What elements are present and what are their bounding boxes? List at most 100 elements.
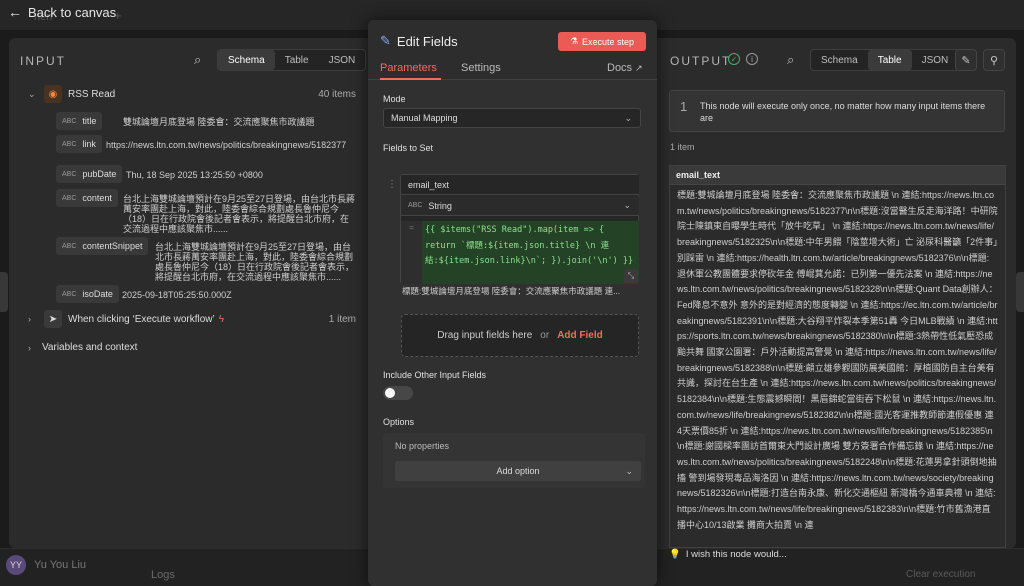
external-link-icon: ↗ — [635, 63, 643, 73]
field-title-value: 雙城論壇月底登場 陸委會：交流應聚焦市政議題 — [123, 117, 315, 127]
user-menu[interactable]: YY Yu You Liu — [6, 555, 86, 575]
table-cell-email-text[interactable]: 標題:雙城論壇月底登場 陸委會：交流應聚焦市政議題 \n 連結:https://… — [670, 185, 1005, 536]
output-search-icon[interactable]: ⌕ — [787, 52, 794, 68]
type-string-icon: ABC — [408, 202, 423, 209]
input-view-schema[interactable]: Schema — [218, 50, 275, 70]
docs-link[interactable]: Docs ↗ — [607, 62, 643, 74]
field-content-value: 台北上海雙城論壇預計在9月25至27日登場，由台北市長蔣萬安率團赴上海，對此，陸… — [123, 194, 356, 234]
expression-line-3: 結:${item.json.link}\n`; }).join('\n') }} — [425, 256, 634, 266]
execute-step-button[interactable]: ⚗ Execute step — [558, 32, 646, 51]
field-contentsnippet-name: contentSnippet — [82, 241, 143, 251]
expression-line-1: {{ $items("RSS Read").map(item => { — [425, 225, 605, 235]
expression-line-2: return `標題:${item.json.title} \n 連 — [425, 240, 610, 251]
fields-to-set-label: Fields to Set — [383, 143, 434, 153]
mode-label: Mode — [383, 94, 406, 104]
field-content[interactable]: ABC content — [56, 189, 118, 207]
chevron-down-icon[interactable]: ⌄ — [28, 89, 38, 100]
output-view-schema[interactable]: Schema — [811, 50, 868, 70]
clear-execution-button[interactable]: Clear execution — [906, 569, 975, 580]
include-other-fields-toggle[interactable] — [383, 386, 413, 400]
field-pubdate-name: pubDate — [82, 169, 117, 179]
logs-toggle[interactable]: Logs — [151, 569, 175, 581]
back-to-canvas-link[interactable]: ← Back to canvas — [8, 4, 116, 20]
notice-number: 1 — [680, 99, 688, 114]
rss-icon: ◉ — [44, 85, 62, 103]
input-view-json[interactable]: JSON — [319, 50, 366, 70]
left-resize-handle[interactable] — [0, 272, 8, 312]
arrow-left-icon: ← — [8, 4, 22, 20]
field-type-value: String — [428, 200, 452, 211]
field-type-select[interactable]: ABC String ⌄ — [401, 196, 639, 216]
lightning-icon: ϟ — [218, 313, 225, 325]
field-link[interactable]: ABC link — [56, 135, 102, 153]
expression-gutter: = — [401, 221, 422, 284]
tab-settings[interactable]: Settings — [461, 62, 501, 74]
field-isodate-name: isoDate — [82, 289, 113, 299]
include-other-fields-label: Include Other Input Fields — [383, 370, 487, 380]
rss-read-node-row[interactable]: ⌄ ◉ RSS Read 40 items — [28, 85, 356, 103]
field-content-name: content — [82, 193, 112, 203]
type-string-icon: ABC — [62, 194, 77, 202]
calendar-icon: ABC — [62, 290, 77, 298]
lightbulb-icon: 💡 — [669, 549, 681, 560]
variables-context-row[interactable]: › Variables and context — [28, 342, 137, 353]
no-properties-text: No properties — [395, 441, 450, 451]
feedback-text: I wish this node would... — [685, 549, 787, 560]
user-name: Yu You Liu — [34, 559, 87, 571]
edit-output-button[interactable]: ✎ — [955, 49, 977, 71]
type-string-icon: ABC — [62, 140, 77, 148]
field-title[interactable]: ABC title — [56, 112, 103, 130]
output-pane-title: OUTPUT — [670, 54, 732, 68]
column-header-email-text[interactable]: email_text — [670, 166, 1005, 185]
mode-select[interactable]: Manual Mapping ⌄ — [383, 108, 641, 128]
avatar: YY — [6, 555, 26, 575]
drop-zone[interactable]: Drag input fields here or Add Field — [401, 314, 639, 357]
notice-text: This node will execute only once, no mat… — [700, 101, 986, 123]
edit-fields-panel: ✎ Edit Fields ⚗ Execute step Parameters … — [368, 20, 657, 586]
input-search-icon[interactable]: ⌕ — [194, 52, 201, 68]
toggle-knob — [385, 388, 395, 398]
chevron-down-icon: ⌄ — [623, 200, 631, 210]
output-item-count: 1 item — [670, 142, 695, 152]
panel-title-text: Edit Fields — [396, 33, 458, 49]
input-view-table[interactable]: Table — [275, 50, 319, 70]
rss-item-count: 40 items — [318, 88, 356, 100]
variables-context-label: Variables and context — [42, 342, 138, 353]
input-view-switcher: Schema Table JSON — [217, 49, 367, 71]
pin-data-button[interactable]: ⚲ — [983, 49, 1005, 71]
options-label: Options — [383, 417, 415, 427]
add-option-label: Add option — [496, 466, 540, 476]
execute-step-label: Execute step — [582, 36, 635, 47]
success-check-icon: ✓ — [728, 53, 740, 65]
field-contentsnippet[interactable]: ABC contentSnippet — [56, 237, 149, 255]
field-pubdate[interactable]: ABC pubDate — [56, 165, 123, 183]
tab-parameters[interactable]: Parameters — [380, 62, 437, 74]
chevron-right-icon[interactable]: › — [28, 314, 38, 324]
drop-zone-text: Drag input fields here — [437, 330, 533, 341]
output-view-table[interactable]: Table — [867, 50, 912, 70]
expression-editor[interactable]: {{ $items("RSS Read").map(item => { retu… — [422, 221, 639, 284]
expression-preview: 標題:雙城論壇月底登場 陸委會：交流應聚焦市政議題 連... — [402, 286, 621, 296]
add-option-button[interactable]: Add option ⌄ — [395, 461, 641, 481]
chevron-right-icon[interactable]: › — [28, 343, 38, 353]
field-isodate[interactable]: ABC isoDate — [56, 285, 119, 303]
field-pubdate-value: Thu, 18 Sep 2025 13:25:50 +0800 — [126, 170, 263, 180]
cursor-icon: ➤ — [44, 310, 62, 328]
expand-editor-icon[interactable]: ⤡ — [624, 269, 638, 283]
chevron-down-icon: ⌄ — [624, 112, 632, 123]
right-resize-handle[interactable] — [1016, 272, 1024, 312]
field-isodate-value: 2025-09-18T05:25:50.000Z — [122, 290, 232, 300]
field-name-input[interactable]: email_text — [401, 175, 639, 195]
output-view-json[interactable]: JSON — [912, 50, 959, 70]
field-contentsnippet-value: 台北上海雙城論壇預計在9月25至27日登場，由台北市長蔣萬安率團赴上海，對此，陸… — [155, 242, 355, 282]
rss-node-name: RSS Read — [68, 88, 116, 100]
add-field-button[interactable]: Add Field — [557, 330, 603, 341]
flask-icon: ⚗ — [569, 36, 579, 46]
trigger-node-row[interactable]: › ➤ When clicking ‘Execute workflow’ ϟ 1… — [28, 310, 356, 328]
feedback-link[interactable]: 💡 I wish this node would... — [669, 549, 787, 560]
panel-title: ✎ Edit Fields — [380, 33, 458, 49]
trigger-node-name: When clicking ‘Execute workflow’ — [68, 313, 215, 325]
info-icon[interactable]: i — [746, 53, 758, 65]
chevron-down-icon: ⌄ — [625, 465, 633, 476]
type-string-icon: ABC — [62, 117, 77, 125]
